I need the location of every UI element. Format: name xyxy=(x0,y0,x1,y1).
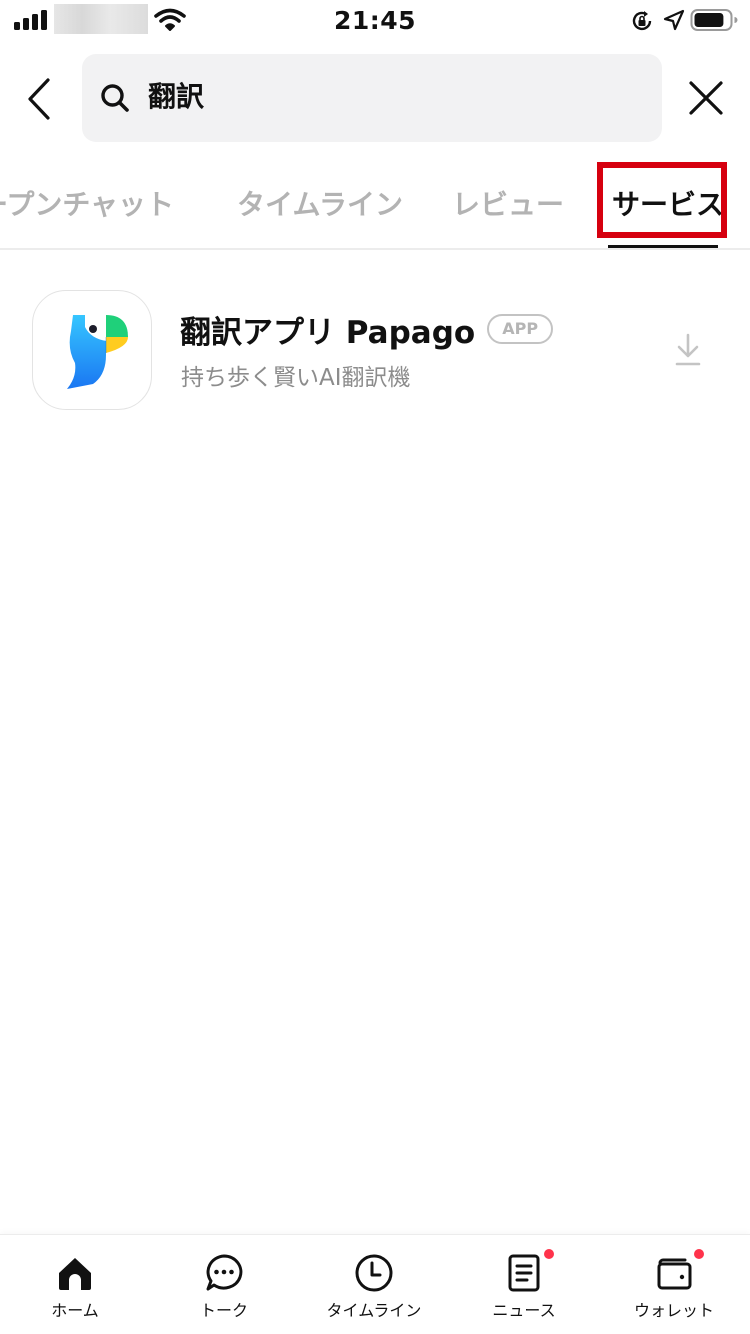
search-box[interactable] xyxy=(82,54,662,142)
nav-news[interactable]: ニュース xyxy=(449,1235,599,1334)
nav-home[interactable]: ホーム xyxy=(0,1235,150,1334)
clear-search-button[interactable] xyxy=(686,78,726,118)
nav-timeline[interactable]: タイムライン xyxy=(299,1235,449,1334)
nav-label: タイムライン xyxy=(326,1301,422,1320)
clock-icon xyxy=(355,1254,393,1292)
result-category-tabs: ープンチャット タイムライン レビュー サービス xyxy=(0,160,750,250)
download-button[interactable] xyxy=(672,332,704,368)
chat-bubble-icon xyxy=(206,1254,243,1291)
location-arrow-icon xyxy=(663,9,685,31)
download-icon xyxy=(675,333,701,366)
list-item[interactable]: 翻訳アプリ Papago APP 持ち歩く賢いAI翻訳機 xyxy=(0,270,750,430)
app-title: 翻訳アプリ Papago xyxy=(180,314,476,351)
nav-label: トーク xyxy=(199,1301,248,1320)
nav-talk[interactable]: トーク xyxy=(149,1235,299,1334)
app-description: 持ち歩く賢いAI翻訳機 xyxy=(181,365,411,391)
search-icon xyxy=(101,84,129,112)
tab-timeline[interactable]: タイムライン xyxy=(237,185,403,225)
nav-label: ウォレット xyxy=(633,1301,714,1320)
news-icon xyxy=(508,1254,540,1292)
result-title-row: 翻訳アプリ Papago APP xyxy=(180,308,554,351)
search-input[interactable] xyxy=(148,79,628,115)
status-bar: 21:45 xyxy=(0,0,750,40)
notification-dot xyxy=(544,1249,554,1259)
tab-reviews[interactable]: レビュー xyxy=(452,185,564,225)
app-type-badge: APP xyxy=(487,314,554,344)
battery-icon xyxy=(690,9,738,31)
home-icon xyxy=(59,1258,91,1290)
tab-services[interactable]: サービス xyxy=(612,185,724,225)
rotation-lock-icon xyxy=(632,11,652,31)
back-button[interactable] xyxy=(20,74,60,124)
wallet-icon xyxy=(657,1258,692,1290)
chevron-left-icon xyxy=(28,78,50,120)
active-tab-indicator xyxy=(608,245,718,248)
nav-wallet[interactable]: ウォレット xyxy=(599,1235,749,1334)
nav-label: ホーム xyxy=(51,1301,99,1320)
close-icon xyxy=(689,81,723,115)
nav-label: ニュース xyxy=(492,1301,556,1320)
bottom-navigation: ホーム トーク タイムライン ニュース ウォレット xyxy=(0,1234,750,1334)
papago-parrot-icon xyxy=(32,290,152,410)
notification-dot xyxy=(694,1249,704,1259)
tab-open-chat[interactable]: ープンチャット xyxy=(0,185,174,225)
